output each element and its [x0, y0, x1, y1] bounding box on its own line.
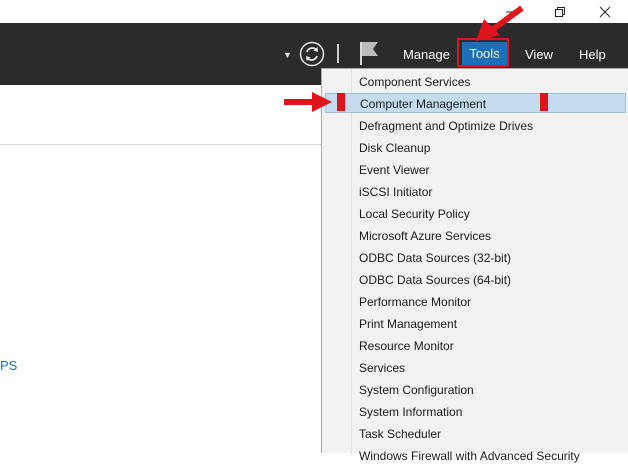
menu-item-print-management[interactable]: Print Management: [325, 314, 626, 334]
menu-item-event-viewer[interactable]: Event Viewer: [325, 160, 626, 180]
menu-item-task-scheduler[interactable]: Task Scheduler: [325, 424, 626, 444]
selection-marker-right: [540, 93, 548, 111]
menu-item-computer-management[interactable]: Computer Management: [325, 93, 626, 113]
title-bar: [0, 0, 628, 23]
notifications-flag-icon[interactable]: [357, 40, 381, 66]
restore-button[interactable]: [537, 0, 583, 23]
close-button[interactable]: [582, 0, 628, 23]
menu-item-disk-cleanup[interactable]: Disk Cleanup: [325, 138, 626, 158]
menu-help[interactable]: Help: [579, 47, 606, 63]
menu-item-component-services[interactable]: Component Services: [325, 72, 626, 92]
menu-item-performance-monitor[interactable]: Performance Monitor: [325, 292, 626, 312]
menu-item-resource-monitor[interactable]: Resource Monitor: [325, 336, 626, 356]
menu-item-odbc-32[interactable]: ODBC Data Sources (32-bit): [325, 248, 626, 268]
annotation-arrow-left-icon: [284, 92, 332, 112]
menu-item-azure-services[interactable]: Microsoft Azure Services: [325, 226, 626, 246]
menu-item-system-configuration[interactable]: System Configuration: [325, 380, 626, 400]
dropdown-arrow-icon[interactable]: ▼: [283, 50, 292, 60]
menu-item-system-information[interactable]: System Information: [325, 402, 626, 422]
close-icon: [599, 6, 611, 17]
menu-manage[interactable]: Manage: [403, 47, 450, 63]
toolbar-separator: [337, 44, 339, 63]
tools-dropdown-menu: Component Services Computer Management D…: [321, 68, 628, 463]
selection-marker-left: [337, 93, 345, 111]
menu-view[interactable]: View: [525, 47, 553, 63]
content-divider: [0, 144, 322, 145]
menu-item-defragment[interactable]: Defragment and Optimize Drives: [325, 116, 626, 136]
partial-link[interactable]: PS: [0, 358, 17, 373]
refresh-icon[interactable]: [299, 41, 325, 67]
menu-item-services[interactable]: Services: [325, 358, 626, 378]
menu-item-local-security-policy[interactable]: Local Security Policy: [325, 204, 626, 224]
menu-item-iscsi-initiator[interactable]: iSCSI Initiator: [325, 182, 626, 202]
restore-icon: [555, 6, 565, 17]
annotation-arrow-top-icon: [476, 5, 524, 41]
menu-item-odbc-64[interactable]: ODBC Data Sources (64-bit): [325, 270, 626, 290]
menu-item-windows-firewall[interactable]: Windows Firewall with Advanced Security: [325, 446, 626, 466]
